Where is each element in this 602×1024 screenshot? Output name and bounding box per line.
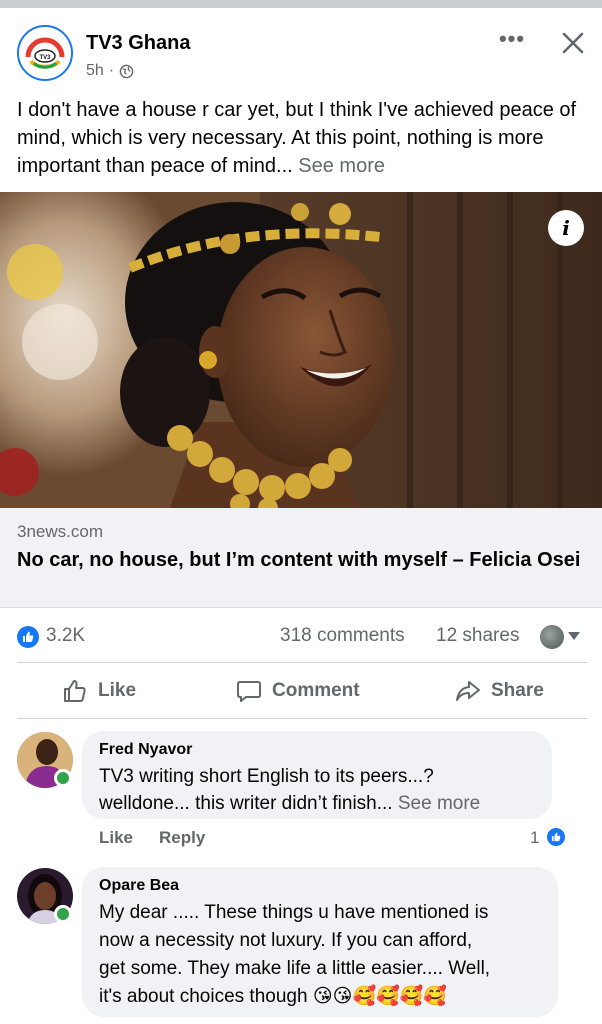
globe-icon [119, 64, 134, 78]
more-options-icon[interactable]: ••• [496, 28, 528, 54]
meta-dot: · [108, 62, 115, 79]
viewer-avatar[interactable] [540, 625, 564, 649]
comment-line: welldone... this writer didn’t finish...… [99, 790, 480, 817]
comment-line: get some. They make life a little easier… [99, 958, 491, 979]
comment-icon [237, 681, 261, 702]
comment-like-count[interactable]: 1 [530, 828, 539, 848]
post-time[interactable]: 5h [86, 62, 104, 80]
online-status-icon [54, 769, 72, 787]
like-label: Like [98, 680, 137, 701]
woman-portrait-image [0, 192, 602, 508]
post-body: I don't have a house r car yet, but I th… [17, 99, 577, 177]
link-preview[interactable]: 3news.com No car, no house, but I’m cont… [0, 508, 602, 608]
comment-author[interactable]: Opare Bea [99, 877, 179, 895]
link-title: No car, no house, but I’m content with m… [17, 549, 581, 571]
tv3-logo-icon: TV3 [19, 27, 71, 79]
comment-line-text: it's about choices though [99, 986, 308, 1007]
like-reaction-icon[interactable] [545, 826, 567, 848]
action-bar: Like Comment Share [0, 666, 602, 718]
article-image[interactable] [0, 192, 602, 508]
emoji-reactions: 😘😘🥰🥰🥰🥰 [312, 986, 448, 1007]
link-domain: 3news.com [17, 522, 103, 541]
comment-line: TV3 writing short English to its peers..… [99, 766, 434, 787]
post-meta: 5h · [86, 62, 134, 80]
comment-line: My dear ..... These things u have mentio… [99, 902, 489, 923]
share-label: Share [491, 680, 544, 701]
comment-line-text: welldone... this writer didn’t finish... [99, 793, 393, 814]
divider [17, 718, 587, 719]
like-button[interactable]: Like [62, 678, 136, 704]
post-header: TV3 TV3 Ghana 5h · ••• [0, 8, 602, 92]
reactions-row: 3.2K 318 comments 12 shares [0, 612, 602, 662]
info-icon[interactable]: i [548, 210, 584, 246]
svg-text:TV3: TV3 [39, 55, 51, 61]
comment-text: My dear ..... These things u have mentio… [99, 899, 490, 1011]
comment-actions: Like Reply [99, 828, 205, 848]
comment-bubble[interactable]: Fred Nyavor TV3 writing short English to… [82, 731, 552, 819]
thumbs-up-icon [64, 680, 86, 702]
online-status-icon [54, 905, 72, 923]
top-edge [0, 0, 602, 8]
page-avatar[interactable]: TV3 [17, 25, 73, 81]
comment-label: Comment [272, 680, 360, 701]
reaction-count[interactable]: 3.2K [46, 625, 85, 647]
page-name[interactable]: TV3 Ghana [86, 32, 190, 55]
shares-count[interactable]: 12 shares [436, 625, 519, 647]
share-icon [456, 681, 480, 701]
comment-like-link[interactable]: Like [99, 828, 133, 848]
comment-text: TV3 writing short English to its peers..… [99, 763, 480, 817]
comment-button[interactable]: Comment [236, 678, 360, 704]
comments-count[interactable]: 318 comments [280, 625, 405, 647]
comment-author[interactable]: Fred Nyavor [99, 741, 192, 759]
divider [17, 662, 587, 663]
share-button[interactable]: Share [455, 678, 544, 704]
chevron-down-icon[interactable] [568, 632, 580, 640]
see-more-link[interactable]: See more [298, 155, 385, 177]
comment-bubble[interactable]: Opare Bea My dear ..... These things u h… [82, 867, 558, 1017]
close-icon[interactable] [558, 28, 588, 58]
comment-line: now a necessity not luxury. If you can a… [99, 930, 473, 951]
post-text: I don't have a house r car yet, but I th… [17, 96, 587, 180]
comment-see-more-link[interactable]: See more [398, 793, 480, 814]
comment-reply-link[interactable]: Reply [159, 828, 205, 848]
like-reaction-icon[interactable] [17, 626, 39, 648]
comment-line: it's about choices though 😘😘🥰🥰🥰🥰 [99, 983, 490, 1011]
